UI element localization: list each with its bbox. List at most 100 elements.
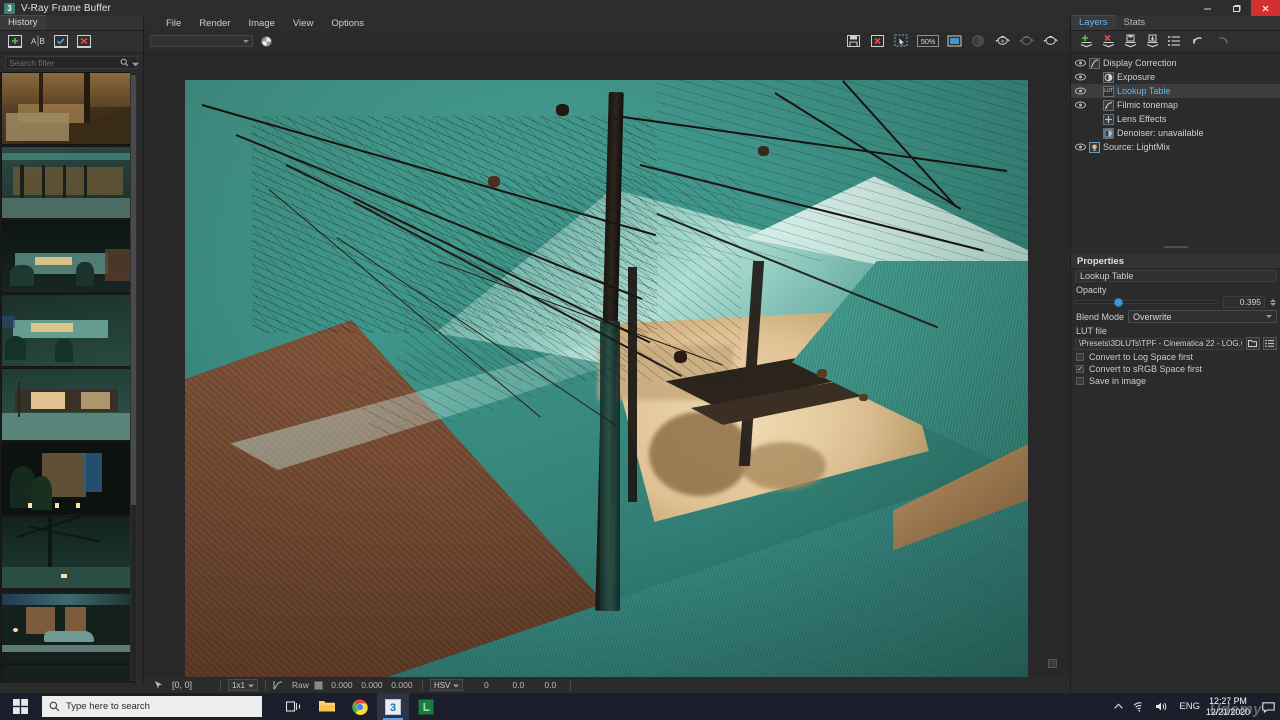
chevron-down-icon[interactable]	[132, 54, 139, 72]
language-indicator[interactable]: ENG	[1173, 701, 1206, 712]
color-mode-dropdown[interactable]: HSV	[429, 679, 464, 691]
opacity-value-field[interactable]: 0.395	[1223, 296, 1265, 308]
speaker-icon[interactable]	[1151, 701, 1173, 712]
taskbar-search-box[interactable]: Type here to search	[42, 696, 262, 717]
layer-save-icon[interactable]	[1123, 34, 1138, 49]
eye-icon[interactable]	[1071, 59, 1089, 67]
file-explorer-icon[interactable]	[311, 693, 343, 720]
list-item[interactable]	[1, 590, 135, 663]
lut-file-input[interactable]: \Presets\3DLUTs\TPF - Cinematica 22 - LO…	[1075, 337, 1243, 350]
opacity-stepper[interactable]	[1269, 298, 1277, 306]
history-scrollbar[interactable]	[130, 72, 137, 681]
render-preset-dropdown[interactable]	[150, 35, 253, 47]
layer-row-filmic-tonemap[interactable]: Filmic tonemap	[1071, 98, 1280, 112]
tab-stats[interactable]: Stats	[1116, 16, 1154, 30]
folder-open-icon[interactable]	[1246, 337, 1260, 350]
app-green-icon[interactable]	[410, 693, 442, 720]
save-red-x-icon[interactable]	[869, 34, 886, 49]
layer-load-icon[interactable]	[1145, 34, 1160, 49]
minimize-icon[interactable]	[1193, 0, 1222, 16]
search-icon[interactable]	[120, 58, 129, 67]
render-canvas-area[interactable]	[145, 52, 1069, 684]
delete-x-icon[interactable]	[75, 34, 93, 49]
list-item[interactable]	[1, 368, 135, 441]
list-item[interactable]	[1, 442, 135, 515]
scrollbar-thumb[interactable]	[131, 75, 136, 505]
menu-render[interactable]: Render	[190, 18, 239, 29]
check-load-icon[interactable]	[52, 34, 70, 49]
layer-row-lookup-table[interactable]: LUT Lookup Table	[1071, 84, 1280, 98]
ab-compare-icon[interactable]: A B	[29, 34, 47, 49]
layer-row-display-correction[interactable]: Display Correction	[1071, 56, 1280, 70]
list-item[interactable]	[1, 664, 135, 683]
layer-row-source-lightmix[interactable]: Source: LightMix	[1071, 140, 1280, 154]
undo-icon[interactable]	[1192, 34, 1207, 49]
chrome-icon[interactable]	[344, 693, 376, 720]
zoom-level-icon[interactable]: 50%	[917, 35, 939, 47]
convert-log-space-checkbox[interactable]	[1076, 353, 1084, 361]
menu-view[interactable]: View	[284, 18, 322, 29]
blend-mode-dropdown[interactable]: Overwrite	[1128, 310, 1277, 323]
resize-grip-icon[interactable]	[1048, 659, 1057, 668]
sphere-dark-icon[interactable]	[970, 34, 987, 49]
task-view-icon[interactable]	[278, 693, 310, 720]
layer-add-icon[interactable]	[1079, 34, 1094, 49]
teapot-play-icon[interactable]	[994, 34, 1011, 49]
filmic-curve-icon	[1103, 99, 1114, 111]
3ds-max-icon[interactable]: 3	[377, 693, 409, 720]
floppy-save-icon[interactable]	[845, 34, 862, 49]
eye-icon[interactable]	[1071, 87, 1089, 95]
layer-label: Filmic tonemap	[1117, 100, 1179, 110]
clock[interactable]: 12:27 PM 12/21/2020	[1206, 696, 1256, 718]
render-image[interactable]	[185, 80, 1028, 683]
panel-splitter[interactable]	[1071, 240, 1280, 254]
eye-icon[interactable]	[1071, 101, 1089, 109]
history-search-row[interactable]	[5, 54, 139, 72]
vfb-toolbar: 50%	[145, 30, 1069, 52]
close-icon[interactable]	[1251, 0, 1280, 16]
save-plus-icon[interactable]	[6, 34, 24, 49]
convert-srgb-space-row[interactable]: ✓ Convert to sRGB Space first	[1071, 362, 1280, 374]
tab-layers[interactable]: Layers	[1071, 15, 1116, 30]
menu-options[interactable]: Options	[322, 18, 373, 29]
menu-file[interactable]: File	[157, 18, 190, 29]
list-icon[interactable]	[1167, 34, 1182, 49]
slider-handle[interactable]	[1114, 297, 1124, 307]
convert-srgb-space-checkbox[interactable]: ✓	[1076, 365, 1084, 373]
tab-history[interactable]: History	[0, 15, 46, 30]
convert-log-space-row[interactable]: Convert to Log Space first	[1071, 350, 1280, 362]
eye-icon[interactable]	[1071, 143, 1089, 151]
layer-row-lens-effects[interactable]: Lens Effects	[1071, 112, 1280, 126]
layer-row-denoiser[interactable]: Denoiser: unavailable	[1071, 126, 1280, 140]
list-item[interactable]	[1, 146, 135, 219]
search-input[interactable]	[9, 57, 120, 68]
save-in-image-row[interactable]: Save in image	[1071, 374, 1280, 386]
list-item[interactable]	[1, 72, 135, 145]
layer-list[interactable]: Display Correction Exposure LUT Lookup T…	[1071, 53, 1280, 154]
teapot-stop-icon[interactable]	[1018, 34, 1035, 49]
region-select-icon[interactable]	[893, 34, 910, 49]
color-picker-icon[interactable]	[261, 35, 272, 47]
menu-image[interactable]: Image	[239, 18, 283, 29]
wifi-icon[interactable]	[1129, 701, 1151, 712]
teapot-icon[interactable]	[1042, 34, 1059, 49]
list-item[interactable]	[1, 294, 135, 367]
restore-icon[interactable]	[1222, 0, 1251, 16]
system-tray: ENG 12:27 PM 12/21/2020	[1107, 693, 1280, 720]
windows-start-icon[interactable]	[0, 693, 40, 720]
eye-icon[interactable]	[1071, 73, 1089, 81]
list-item[interactable]	[1, 220, 135, 293]
chevron-up-icon[interactable]	[1107, 703, 1129, 710]
cursor-coordinates: [0, 0]	[172, 680, 193, 690]
save-in-image-checkbox[interactable]	[1076, 377, 1084, 385]
fit-window-icon[interactable]	[946, 34, 963, 49]
sample-size-dropdown[interactable]: 1x1	[228, 679, 258, 691]
opacity-slider[interactable]	[1075, 296, 1219, 308]
list-presets-icon[interactable]	[1263, 337, 1277, 350]
layer-remove-icon[interactable]	[1101, 34, 1116, 49]
history-thumbnail-list[interactable]	[0, 72, 136, 683]
action-center-icon[interactable]	[1256, 701, 1280, 713]
layer-row-exposure[interactable]: Exposure	[1071, 70, 1280, 84]
list-item[interactable]	[1, 516, 135, 589]
curve-icon[interactable]	[273, 680, 284, 691]
